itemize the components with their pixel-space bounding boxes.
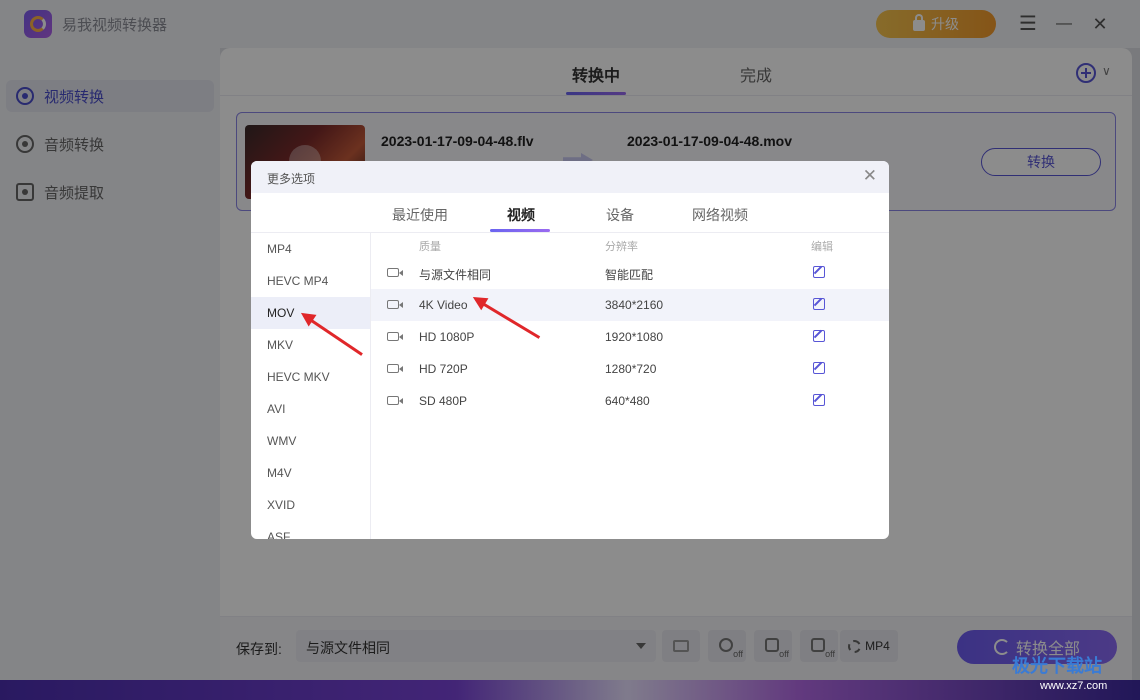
quality-name: 4K Video: [419, 298, 468, 312]
column-header-quality: 质量: [419, 241, 441, 253]
format-item[interactable]: AVI: [251, 393, 370, 425]
quality-row-highlighted[interactable]: 4K Video 3840*2160: [371, 289, 889, 321]
edit-icon[interactable]: [813, 362, 825, 374]
quality-name: HD 1080P: [419, 330, 475, 344]
quality-row[interactable]: HD 720P 1280*720: [371, 353, 889, 385]
column-header-edit: 编辑: [811, 241, 833, 253]
quality-resolution: 1920*1080: [605, 330, 664, 344]
dialog-header: 更多选项 ✕: [251, 161, 889, 193]
tab-device[interactable]: 设备: [606, 205, 634, 225]
quality-row[interactable]: 与源文件相同 智能匹配: [371, 257, 889, 289]
tab-web-video[interactable]: 网络视频: [692, 205, 748, 225]
format-item[interactable]: HEVC MKV: [251, 361, 370, 393]
format-item[interactable]: WMV: [251, 425, 370, 457]
video-camera-icon: [387, 300, 403, 309]
column-header-resolution: 分辨率: [605, 241, 638, 253]
format-list[interactable]: MP4 HEVC MP4 MOV MKV HEVC MKV AVI WMV M4…: [251, 233, 371, 539]
quality-name: SD 480P: [419, 394, 468, 408]
more-options-dialog: 更多选项 ✕ 最近使用 视频 设备 网络视频 MP4 HEVC MP4 MOV …: [251, 161, 889, 539]
quality-resolution: 3840*2160: [605, 298, 664, 312]
video-camera-icon: [387, 396, 403, 405]
dialog-title: 更多选项: [267, 172, 316, 186]
quality-resolution: 智能匹配: [605, 268, 654, 282]
format-item[interactable]: MP4: [251, 233, 370, 265]
edit-icon[interactable]: [813, 394, 825, 406]
quality-row[interactable]: HD 1080P 1920*1080: [371, 321, 889, 353]
close-icon[interactable]: ✕: [863, 166, 877, 186]
video-camera-icon: [387, 364, 403, 373]
quality-row[interactable]: SD 480P 640*480: [371, 385, 889, 417]
quality-name: HD 720P: [419, 362, 468, 376]
watermark-url: www.xz7.com: [1040, 680, 1108, 692]
quality-name: 与源文件相同: [419, 268, 492, 282]
edit-icon[interactable]: [813, 330, 825, 342]
edit-icon[interactable]: [813, 298, 825, 310]
tab-video[interactable]: 视频: [507, 205, 535, 225]
format-item[interactable]: HEVC MP4: [251, 265, 370, 297]
edit-icon[interactable]: [813, 266, 825, 278]
video-camera-icon: [387, 332, 403, 341]
format-item[interactable]: ASF: [251, 521, 370, 539]
watermark-logo: 极光下载站: [1012, 656, 1102, 676]
quality-resolution: 1280*720: [605, 362, 657, 376]
format-item[interactable]: XVID: [251, 489, 370, 521]
video-camera-icon: [387, 268, 403, 277]
format-item[interactable]: M4V: [251, 457, 370, 489]
quality-resolution: 640*480: [605, 394, 650, 408]
tab-recent[interactable]: 最近使用: [392, 205, 448, 225]
format-item[interactable]: MKV: [251, 329, 370, 361]
